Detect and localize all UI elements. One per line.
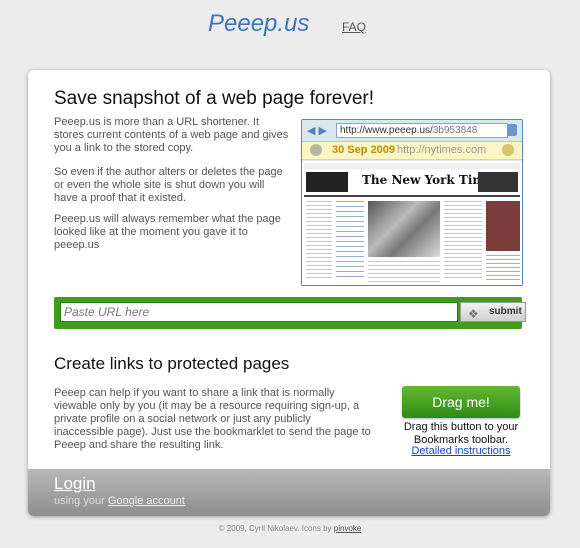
login-subtext: using your Google account [54,495,185,507]
detailed-instructions-link[interactable]: Detailed instructions [390,445,532,457]
drag-description: Drag this button to your Bookmarks toolb… [403,421,519,446]
go-icon [507,124,517,136]
header: Peeep.us FAQ [0,0,580,62]
preview-date: 30 Sep 2009 [332,144,395,156]
preview-photo [486,201,520,251]
login-sub-prefix: using your [54,495,105,507]
preview-column [486,255,520,283]
url-input[interactable] [60,302,458,322]
snapshot-preview-image: ◀ ▶ http://www.peeep.us/3b953848 30 Sep … [301,119,523,286]
preview-info-bar: 30 Sep 2009 http://nytimes.com [302,142,522,160]
intro-paragraph: Peeep.us is more than a URL shortener. I… [54,116,289,154]
intro-paragraph: So even if the author alters or deletes … [54,166,283,204]
preview-rule [304,195,520,197]
preview-column [336,201,364,281]
footer: © 2009, Cyril Nikolaev. Icons by pinvoke [0,524,580,533]
login-link[interactable]: Login [54,474,96,494]
preview-original-url: http://nytimes.com [397,144,487,156]
drag-me-button[interactable]: Drag me! [402,386,520,418]
intro-paragraph: Peeep.us will always remember what the p… [54,213,281,251]
submit-label: submit [489,306,522,317]
login-bar: Login using your Google account [28,469,550,516]
preview-photo [368,201,440,257]
google-account-link[interactable]: Google account [108,495,185,507]
preview-browser-bar: ◀ ▶ http://www.peeep.us/3b953848 [302,120,522,142]
faq-link[interactable]: FAQ [342,20,366,34]
back-forward-icon: ◀ ▶ [307,125,327,137]
preview-url: http://www.peeep.us/3b953848 [336,123,508,138]
preview-ad [478,172,518,192]
preview-column [444,201,482,281]
submit-icon: ❖ [468,307,479,321]
site-logo[interactable]: Peeep.us [208,10,309,38]
preview-page-content: The New York Times [302,161,522,285]
protected-description: Peeep can help if you want to share a li… [54,387,371,451]
preview-column [368,261,440,283]
pinvoke-link[interactable]: pinvoke [334,524,362,533]
preview-column [306,201,332,281]
url-form: ❖ submit [54,297,526,329]
preview-ad [306,172,348,192]
submit-button[interactable]: ❖ submit [460,302,526,322]
anchor-icon [310,144,322,156]
section-title: Create links to protected pages [54,354,290,373]
page-title: Save snapshot of a web page forever! [54,88,375,109]
preview-nav [304,163,520,169]
lightbulb-icon [502,144,514,156]
main-card: Save snapshot of a web page forever! Pee… [28,70,550,516]
copyright-text: © 2009, Cyril Nikolaev. Icons by [218,524,332,533]
